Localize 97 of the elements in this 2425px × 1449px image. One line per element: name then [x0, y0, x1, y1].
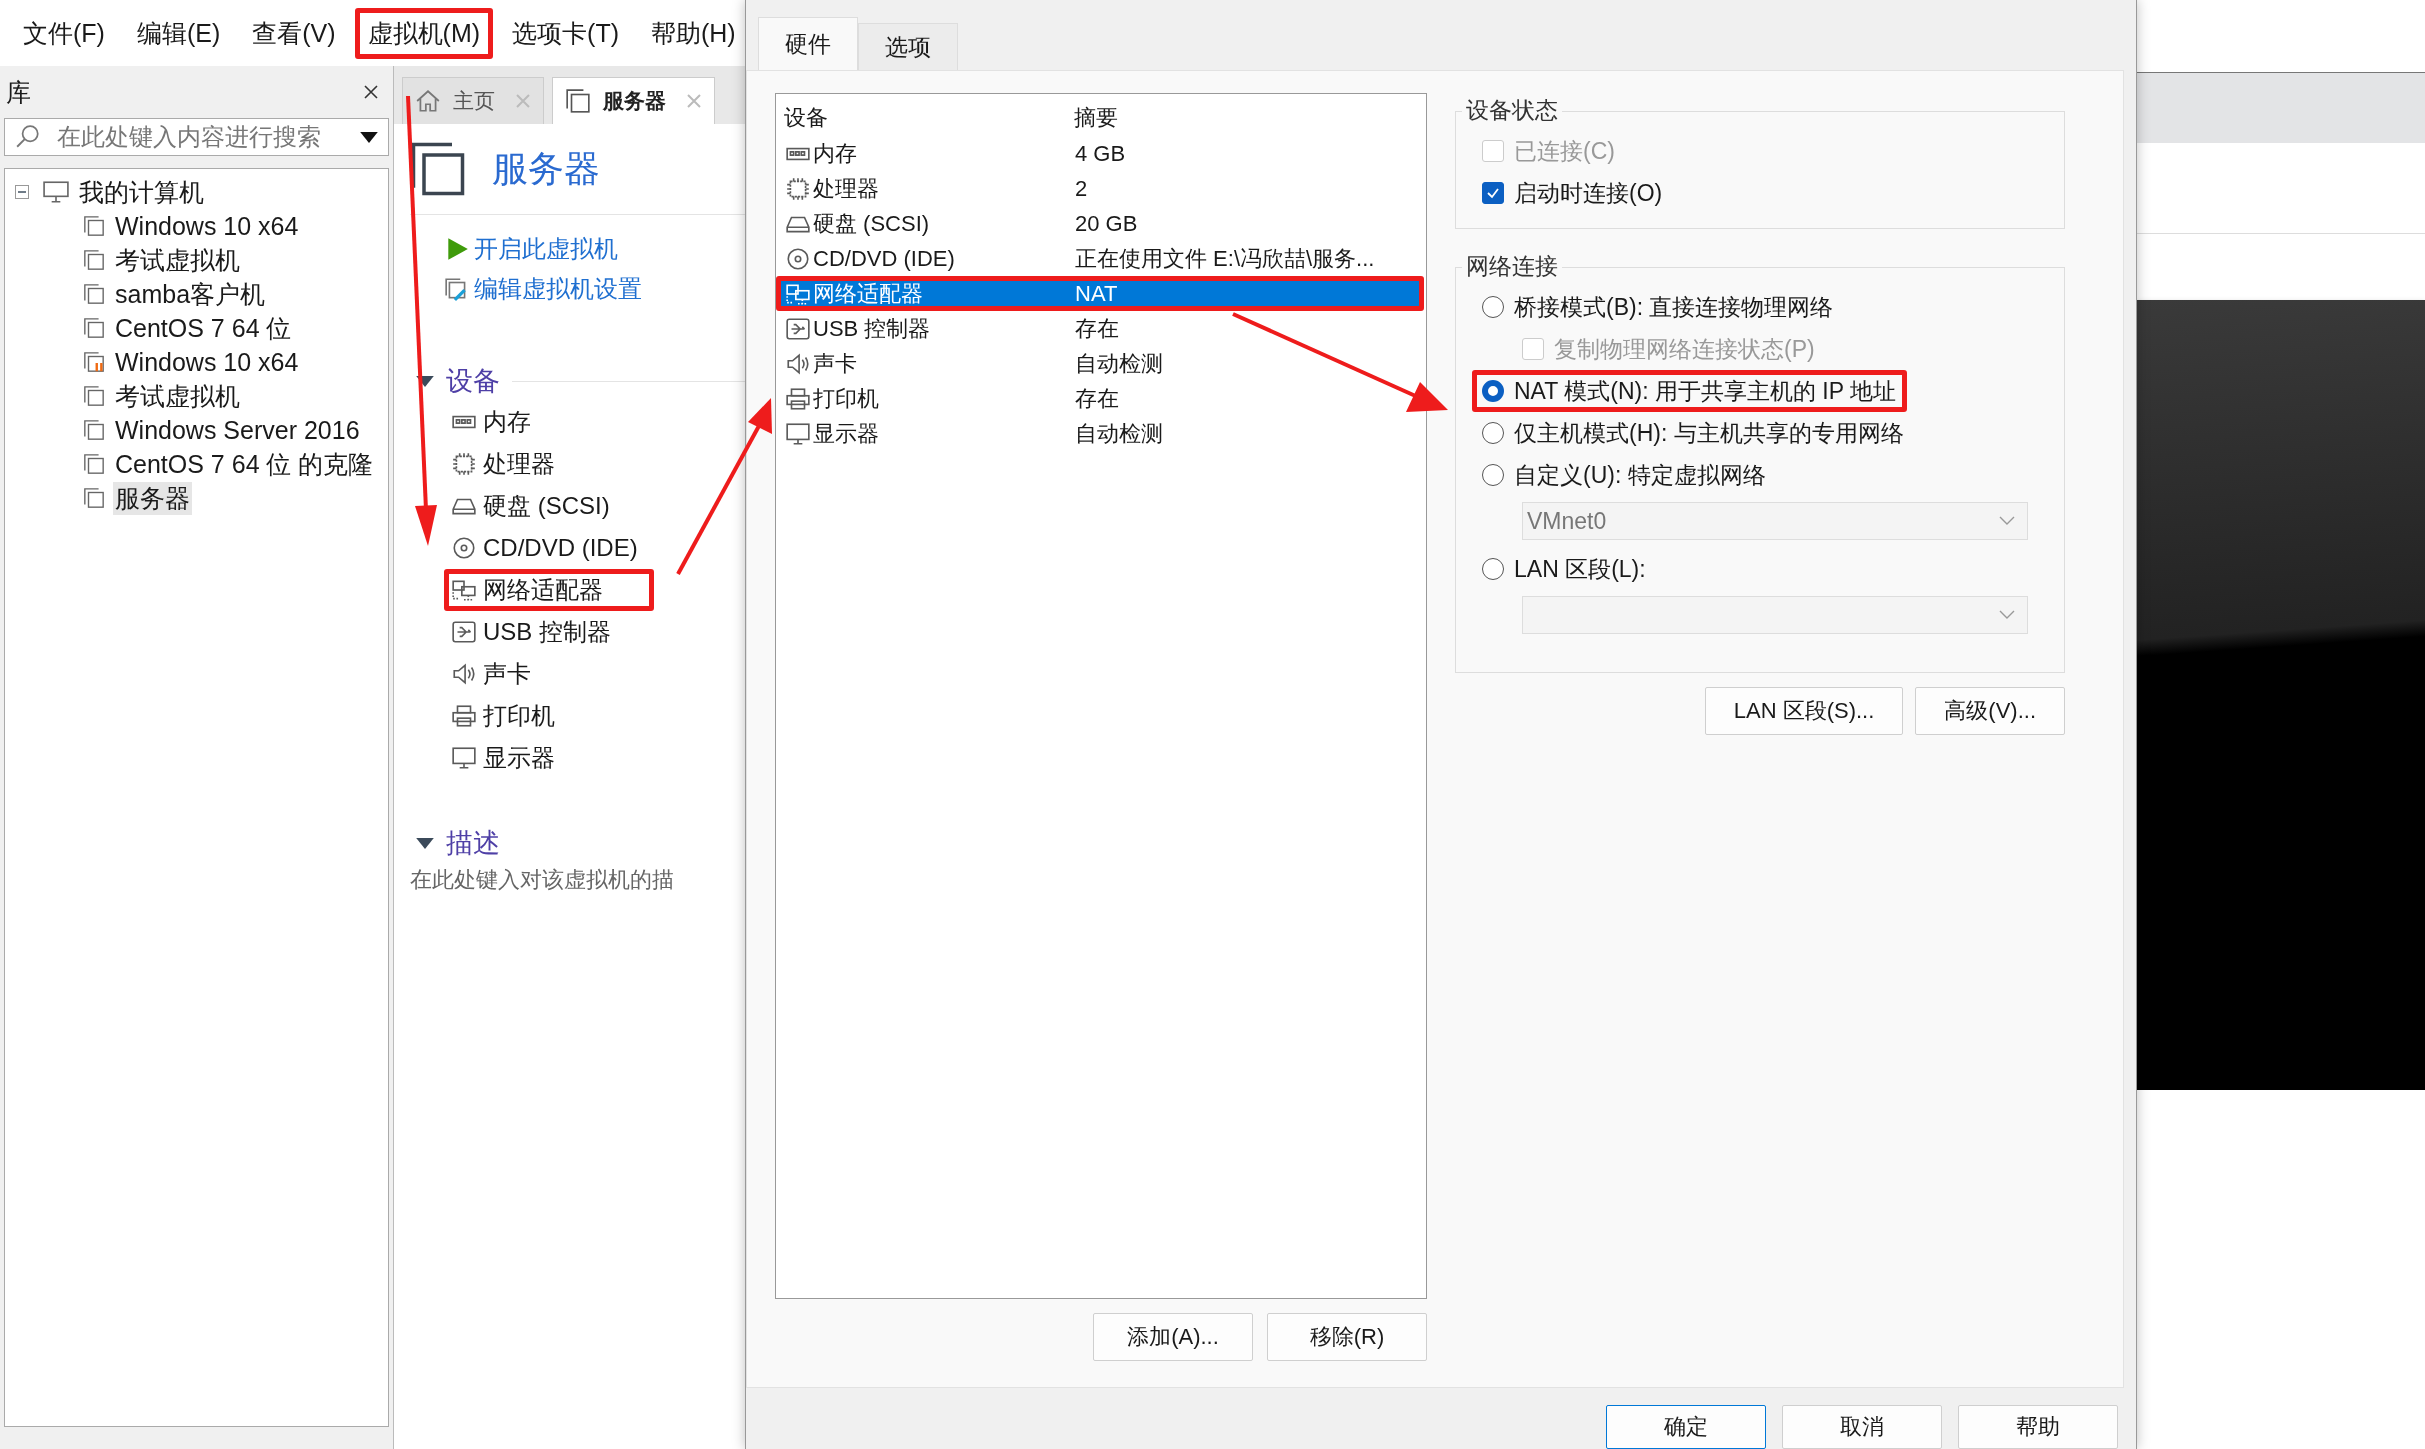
- tree-item[interactable]: Windows 10 x64: [113, 211, 301, 241]
- printer-icon: [785, 385, 811, 412]
- monitor-icon: [451, 745, 477, 771]
- device-row[interactable]: 显示器 自动检测: [776, 416, 1176, 451]
- vm-icon: [565, 88, 591, 114]
- chip-icon: [785, 175, 811, 202]
- close-icon[interactable]: [363, 84, 379, 100]
- section-title: 设备: [446, 365, 500, 398]
- computer-icon: [43, 181, 69, 203]
- menu-item[interactable]: 选项卡(T): [499, 7, 632, 59]
- checkbox-label: 复制物理网络连接状态(P): [1554, 334, 1815, 364]
- menu-item[interactable]: 帮助(H): [638, 7, 749, 59]
- dialog-button[interactable]: 添加(A)...: [1093, 1313, 1253, 1361]
- dialog-button[interactable]: 高级(V)...: [1915, 687, 2065, 735]
- device-row[interactable]: 打印机 存在: [776, 381, 1132, 416]
- chevron-icon: [1999, 610, 2015, 620]
- radio-option[interactable]: 桥接模式(B): 直接连接物理网络: [1472, 286, 1845, 328]
- device-row[interactable]: CD/DVD (IDE) 正在使用文件 E:\冯欣喆\服务...: [776, 241, 1388, 276]
- device-row[interactable]: 处理器 2: [776, 171, 1101, 206]
- printer-icon: [451, 703, 477, 729]
- menu-item[interactable]: 文件(F): [10, 7, 118, 59]
- tree-item[interactable]: 考试虚拟机: [113, 243, 242, 277]
- radio-option[interactable]: 自定义(U): 特定虚拟网络: [1472, 454, 1777, 496]
- device-item[interactable]: 处理器: [444, 443, 654, 485]
- radio-button[interactable]: [1482, 380, 1504, 402]
- device-row[interactable]: 网络适配器 NAT: [776, 276, 1424, 311]
- tree-item[interactable]: 服务器: [113, 481, 192, 515]
- library-title: 库: [6, 76, 31, 108]
- radio-label: 桥接模式(B): 直接连接物理网络: [1514, 292, 1834, 322]
- tree-item[interactable]: CentOS 7 64 位 的克隆: [113, 447, 376, 481]
- description-text[interactable]: 在此处键入对该虚拟机的描: [410, 865, 745, 895]
- radio-option[interactable]: NAT 模式(N): 用于共享主机的 IP 地址: [1472, 370, 1908, 412]
- home-icon: [415, 88, 441, 114]
- device-row[interactable]: USB 控制器 存在: [776, 311, 1132, 346]
- radio-label: 自定义(U): 特定虚拟网络: [1514, 460, 1766, 490]
- usb-icon: [451, 619, 477, 645]
- radio-button[interactable]: [1482, 422, 1504, 444]
- device-item[interactable]: 声卡: [444, 653, 654, 695]
- device-item[interactable]: 内存: [444, 401, 654, 443]
- action-link[interactable]: 编辑虚拟机设置: [474, 273, 642, 305]
- tree-item[interactable]: Windows Server 2016: [113, 415, 362, 445]
- radio-button[interactable]: [1482, 296, 1504, 318]
- monitor-icon: [785, 420, 811, 447]
- tree-item[interactable]: CentOS 7 64 位: [113, 311, 294, 345]
- device-item[interactable]: 显示器: [444, 737, 654, 779]
- section-title: 描述: [446, 827, 500, 860]
- vm-tab[interactable]: 服务器: [552, 77, 715, 124]
- radio-label: LAN 区段(L):: [1514, 554, 1646, 584]
- device-item[interactable]: 网络适配器: [444, 569, 654, 611]
- dialog-button[interactable]: 帮助: [1958, 1405, 2118, 1449]
- column-header: 设备: [784, 104, 829, 132]
- search-field[interactable]: 在此处键入内容进行搜索: [4, 118, 389, 156]
- dialog-button[interactable]: 移除(R): [1267, 1313, 1427, 1361]
- column-header: 摘要: [1074, 104, 1119, 132]
- radio-button[interactable]: [1482, 558, 1504, 580]
- action-link[interactable]: 开启此虚拟机: [474, 233, 618, 265]
- usb-icon: [785, 315, 811, 342]
- dialog-tab[interactable]: 硬件: [758, 17, 858, 70]
- dropdown-icon[interactable]: [360, 131, 378, 143]
- dialog-tab[interactable]: 选项: [858, 23, 958, 70]
- radio-label: NAT 模式(N): 用于共享主机的 IP 地址: [1514, 376, 1897, 406]
- menu-item[interactable]: 编辑(E): [123, 7, 234, 59]
- tree-item[interactable]: Windows 10 x64: [113, 347, 301, 377]
- caret-icon[interactable]: [416, 375, 434, 387]
- radio-option[interactable]: LAN 区段(L):: [1472, 548, 1657, 590]
- disc-icon: [785, 245, 811, 272]
- device-row[interactable]: 硬盘 (SCSI) 20 GB: [776, 206, 1151, 241]
- dialog-button[interactable]: 确定: [1606, 1405, 1766, 1449]
- tree-item[interactable]: samba客户机: [113, 277, 268, 311]
- menu-item[interactable]: 查看(V): [239, 7, 349, 59]
- checkbox-label: 启动时连接(O): [1514, 178, 1663, 208]
- caret-icon[interactable]: [416, 837, 434, 849]
- vm-title: 服务器: [492, 146, 600, 191]
- vm-icon: [410, 141, 466, 197]
- device-item[interactable]: 打印机: [444, 695, 654, 737]
- dialog-button[interactable]: 取消: [1782, 1405, 1942, 1449]
- device-item[interactable]: CD/DVD (IDE): [444, 527, 654, 569]
- device-row[interactable]: 内存 4 GB: [776, 136, 1139, 171]
- menu-item[interactable]: 虚拟机(M): [354, 7, 494, 59]
- vm-tab[interactable]: 主页: [402, 77, 544, 124]
- checkbox[interactable]: [1482, 182, 1504, 204]
- tree-item[interactable]: 我的计算机: [77, 175, 206, 209]
- radio-option[interactable]: 仅主机模式(H): 与主机共享的专用网络: [1472, 412, 1915, 454]
- collapse-icon[interactable]: [15, 185, 29, 199]
- device-item[interactable]: 硬盘 (SCSI): [444, 485, 654, 527]
- radio-label: 仅主机模式(H): 与主机共享的专用网络: [1514, 418, 1904, 448]
- speaker-icon: [451, 661, 477, 687]
- device-item[interactable]: USB 控制器: [444, 611, 654, 653]
- radio-button[interactable]: [1482, 464, 1504, 486]
- disc-icon: [451, 535, 477, 561]
- checkbox-label: 已连接(C): [1514, 136, 1615, 166]
- dialog-button[interactable]: LAN 区段(S)...: [1704, 687, 1904, 735]
- tree-item[interactable]: 考试虚拟机: [113, 379, 242, 413]
- chip-icon: [451, 451, 477, 477]
- search-icon: [15, 124, 41, 150]
- device-row[interactable]: 声卡 自动检测: [776, 346, 1176, 381]
- chevron-icon: [1999, 516, 2015, 526]
